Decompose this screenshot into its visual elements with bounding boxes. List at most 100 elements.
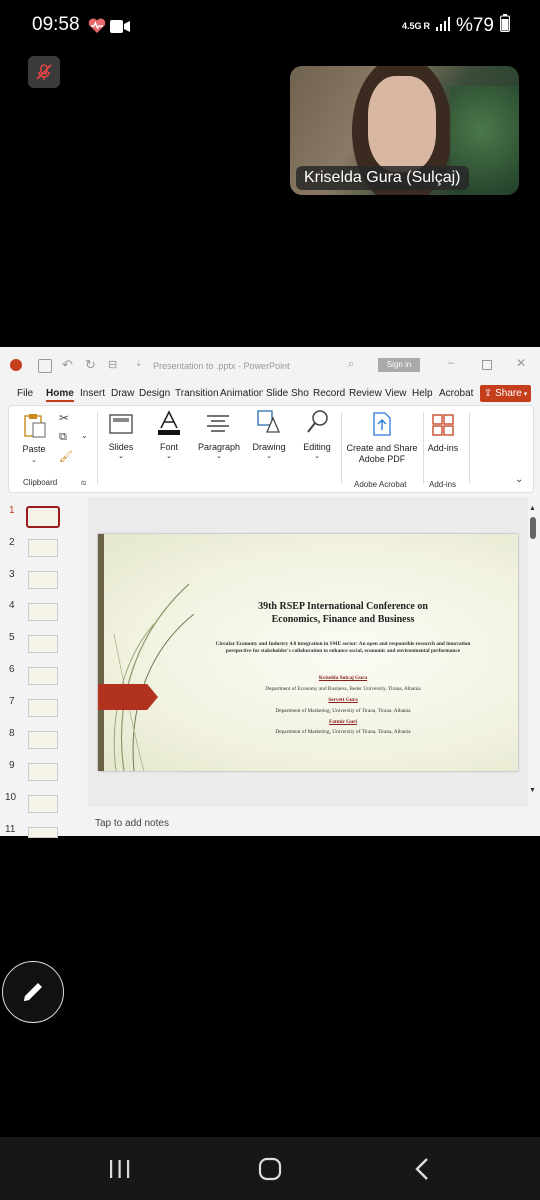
home-icon — [258, 1157, 282, 1181]
slide-thumbnail[interactable] — [28, 731, 58, 749]
slide-thumbnail[interactable] — [28, 571, 58, 589]
dialog-launcher-icon[interactable]: ⧅ — [81, 478, 86, 488]
paragraph-label: Paragraph — [197, 442, 241, 452]
menu-animations[interactable]: Animation — [220, 388, 263, 399]
network-label: 4.5G — [401, 20, 422, 31]
redo-icon[interactable]: ↻ — [85, 357, 96, 373]
slide-thumbnail[interactable] — [28, 827, 58, 838]
paste-chevron-icon[interactable]: ⌄ — [19, 456, 49, 464]
menu-acrobat[interactable]: Acrobat — [439, 388, 473, 399]
addins-button[interactable] — [432, 414, 454, 441]
roaming-label: R — [423, 21, 430, 31]
save-icon[interactable] — [38, 359, 52, 373]
slide-title: 39th RSEP International Conference on Ec… — [178, 600, 508, 626]
pencil-icon — [24, 983, 42, 1001]
mute-button[interactable] — [28, 56, 60, 88]
video-call-icon — [110, 20, 130, 38]
close-icon[interactable]: ✕ — [516, 356, 526, 370]
slide-thumbnail[interactable] — [28, 635, 58, 653]
recent-apps-icon — [110, 1160, 130, 1178]
scrollbar-thumb[interactable] — [530, 517, 536, 539]
minimize-icon[interactable]: – — [448, 357, 454, 369]
copy-chevron-icon[interactable]: ⌄ — [81, 431, 88, 440]
present-icon[interactable]: ⊟ — [108, 358, 117, 371]
menu-bar: File Home Insert Draw Design Transition … — [0, 383, 540, 405]
sign-in-button[interactable]: Sign in — [378, 358, 420, 372]
author-name: Kriselda Sulcaj Gura — [318, 675, 368, 681]
search-icon[interactable]: ⌕ — [348, 358, 354, 371]
menu-record[interactable]: Record — [313, 388, 345, 399]
slide-thumbnail[interactable] — [28, 603, 58, 621]
slide-subtitle-line1: Circular Economy and Industry 4.0 integr… — [215, 641, 471, 647]
copy-icon[interactable]: ⧉ — [59, 431, 67, 444]
author-affiliation: Department of Marketing, University of T… — [275, 729, 411, 735]
editing-chevron-icon: ⌄ — [314, 453, 320, 460]
slide-thumbnail[interactable] — [28, 699, 58, 717]
menu-view[interactable]: View — [385, 388, 407, 399]
notes-placeholder: Tap to add notes — [95, 818, 169, 829]
navigation-bar — [0, 1137, 540, 1200]
recent-apps-button[interactable] — [109, 1159, 131, 1184]
slides-chevron-icon: ⌄ — [118, 453, 124, 460]
menu-draw[interactable]: Draw — [111, 388, 134, 399]
menu-transitions[interactable]: Transition — [175, 388, 218, 399]
clipboard-icon — [24, 414, 46, 438]
slide-thumbnail[interactable] — [28, 795, 58, 813]
back-button[interactable] — [414, 1157, 430, 1186]
pdf-share-icon — [373, 412, 391, 436]
align-icon — [207, 415, 229, 432]
ribbon-divider — [469, 412, 470, 484]
cut-icon[interactable]: ✂ — [59, 411, 69, 425]
home-button[interactable] — [258, 1157, 282, 1186]
menu-help[interactable]: Help — [412, 388, 433, 399]
drawing-button[interactable] — [257, 410, 281, 439]
slide-thumbnails-pane: 1 2 3 4 5 6 7 8 9 10 11 — [0, 497, 86, 838]
menu-slide-show[interactable]: Slide Show — [266, 388, 309, 399]
annotate-button[interactable] — [2, 961, 64, 1023]
menu-design[interactable]: Design — [139, 388, 170, 399]
menu-file[interactable]: File — [17, 388, 33, 399]
participant-video[interactable]: Kriselda Gura (Sulçaj) — [290, 66, 519, 195]
menu-home[interactable]: Home — [46, 388, 74, 402]
slides-label: Slides — [108, 442, 134, 452]
slide-thumbnail[interactable] — [28, 763, 58, 781]
slide-thumbnail[interactable] — [28, 667, 58, 685]
format-painter-icon[interactable]: 🖌 — [59, 450, 73, 463]
author-name: Servett Gura — [328, 697, 358, 703]
font-chevron-icon: ⌄ — [166, 453, 172, 460]
slide-thumbnail[interactable] — [28, 539, 58, 557]
font-button[interactable] — [157, 410, 181, 441]
create-share-pdf-button[interactable] — [371, 412, 393, 441]
slide-thumbnail[interactable] — [26, 506, 60, 528]
status-right: 4.5G R %79 — [402, 14, 510, 38]
editing-button[interactable] — [307, 410, 329, 439]
notes-pane[interactable]: Tap to add notes — [88, 810, 528, 836]
signal-icon — [435, 15, 450, 37]
scroll-down-icon[interactable]: ▼ — [529, 787, 536, 794]
menu-review[interactable]: Review — [349, 388, 382, 399]
collapse-ribbon-icon[interactable]: ⌄ — [515, 474, 523, 485]
create-share-line1: Create and Share — [346, 443, 418, 453]
customize-icon[interactable]: ⇣ — [135, 358, 143, 369]
undo-icon[interactable]: ↶ — [62, 357, 73, 373]
slide-arrow-shape — [98, 684, 158, 710]
menu-insert[interactable]: Insert — [80, 388, 105, 399]
slide-subtitle-line2: perspective for stakeholder's collaborat… — [225, 648, 461, 654]
slides-button[interactable] — [109, 414, 133, 439]
slide-editor[interactable]: 39th RSEP International Conference on Ec… — [88, 497, 536, 807]
maximize-icon[interactable] — [482, 360, 492, 370]
author-name: Fatmir Guri — [329, 719, 357, 725]
paste-button[interactable] — [23, 412, 47, 443]
battery-label: %79 — [455, 15, 494, 36]
paste-label: Paste — [22, 444, 46, 454]
paragraph-button[interactable] — [207, 414, 229, 437]
thumb-number: 4 — [9, 600, 15, 611]
font-label: Font — [159, 442, 178, 452]
slide-title-line2: Economics, Finance and Business — [271, 614, 415, 625]
powerpoint-logo-icon — [10, 359, 22, 371]
scroll-up-icon[interactable]: ▲ — [529, 505, 536, 512]
share-button[interactable]: ⇪ Share ▾ — [480, 385, 531, 402]
current-slide[interactable]: 39th RSEP International Conference on Ec… — [98, 534, 518, 771]
ribbon: Paste ⌄ ✂ ⧉ ⌄ 🖌 Clipboard ⧅ Slides ⌄ Fon… — [8, 405, 534, 493]
create-share-line2: Adobe PDF — [358, 454, 406, 464]
